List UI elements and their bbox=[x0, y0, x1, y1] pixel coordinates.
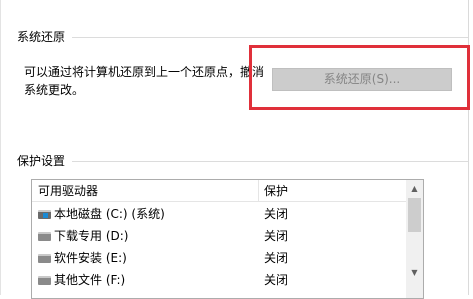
windows-logo-icon bbox=[43, 213, 48, 218]
drive-icon bbox=[38, 254, 51, 263]
annotation-highlight-box bbox=[249, 45, 470, 110]
drive-name: 下载专用 (D:) bbox=[54, 229, 129, 243]
drives-list[interactable]: 可用驱动器 保护 本地磁盘 (C:) (系统) 关闭 下载专用 (D:) 关闭 … bbox=[31, 179, 424, 299]
window-left-border bbox=[0, 0, 1, 295]
scroll-down-arrow-icon[interactable]: ▼ bbox=[406, 264, 423, 281]
group-divider bbox=[72, 37, 468, 38]
description-line-1: 可以通过将计算机还原到上一个还原点，撤消 bbox=[24, 65, 265, 79]
column-header-protection[interactable]: 保护 bbox=[264, 184, 288, 198]
group-divider bbox=[72, 161, 468, 162]
vertical-scrollbar[interactable]: ▲ ▼ bbox=[406, 180, 423, 298]
drive-row[interactable]: 下载专用 (D:) 关闭 bbox=[32, 225, 407, 247]
drive-row[interactable]: 本地磁盘 (C:) (系统) 关闭 bbox=[32, 203, 407, 225]
system-restore-group-title: 系统还原 bbox=[17, 30, 66, 44]
drive-protection-status: 关闭 bbox=[264, 273, 289, 287]
column-separator[interactable] bbox=[258, 180, 259, 202]
drive-name: 本地磁盘 (C:) (系统) bbox=[54, 207, 165, 221]
column-header-drives[interactable]: 可用驱动器 bbox=[38, 184, 98, 198]
drive-icon bbox=[38, 232, 51, 241]
list-header: 可用驱动器 保护 bbox=[32, 180, 407, 202]
system-drive-icon bbox=[38, 210, 51, 219]
drive-row[interactable]: 其他文件 (F:) 关闭 bbox=[32, 269, 407, 291]
drive-protection-status: 关闭 bbox=[264, 251, 289, 265]
protection-settings-group-title: 保护设置 bbox=[17, 154, 66, 168]
scroll-thumb[interactable] bbox=[408, 198, 421, 232]
drive-icon bbox=[38, 276, 51, 285]
drive-name: 其他文件 (F:) bbox=[54, 273, 126, 287]
drive-name: 软件安装 (E:) bbox=[54, 251, 127, 265]
drive-protection-status: 关闭 bbox=[264, 229, 289, 243]
drive-row[interactable]: 软件安装 (E:) 关闭 bbox=[32, 247, 407, 269]
drive-protection-status: 关闭 bbox=[264, 207, 289, 221]
scroll-up-arrow-icon[interactable]: ▲ bbox=[406, 180, 423, 197]
system-restore-description: 可以通过将计算机还原到上一个还原点，撤消 系统更改。 bbox=[24, 63, 264, 99]
description-line-2: 系统更改。 bbox=[24, 83, 85, 97]
